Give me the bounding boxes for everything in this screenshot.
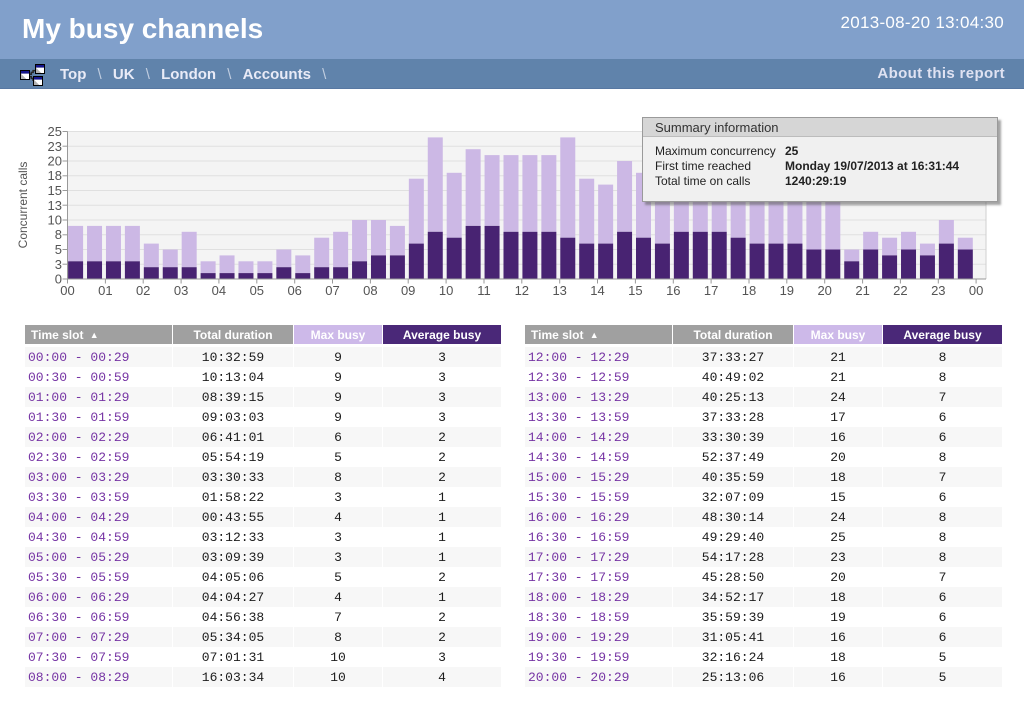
svg-text:23: 23 (931, 283, 945, 298)
svg-text:03: 03 (174, 283, 188, 298)
svg-text:11: 11 (477, 283, 491, 298)
svg-text:16: 16 (666, 283, 680, 298)
svg-text:07: 07 (325, 283, 339, 298)
svg-text:09: 09 (401, 283, 415, 298)
svg-text:17: 17 (704, 283, 718, 298)
svg-text:02: 02 (136, 283, 150, 298)
svg-text:21: 21 (855, 283, 869, 298)
svg-text:10: 10 (48, 213, 62, 228)
svg-text:14: 14 (590, 283, 604, 298)
svg-text:22: 22 (893, 283, 907, 298)
svg-text:08: 08 (363, 283, 377, 298)
svg-text:8: 8 (55, 227, 62, 242)
svg-text:10: 10 (439, 283, 453, 298)
svg-text:23: 23 (48, 139, 62, 154)
svg-text:25: 25 (48, 124, 62, 139)
svg-text:18: 18 (742, 283, 756, 298)
svg-text:5: 5 (55, 242, 62, 257)
svg-text:3: 3 (55, 257, 62, 272)
svg-text:06: 06 (287, 283, 301, 298)
svg-text:01: 01 (98, 283, 112, 298)
svg-text:04: 04 (212, 283, 226, 298)
svg-text:19: 19 (780, 283, 794, 298)
svg-text:20: 20 (817, 283, 831, 298)
svg-text:12: 12 (515, 283, 529, 298)
svg-text:00: 00 (60, 283, 74, 298)
svg-text:00: 00 (969, 283, 983, 298)
svg-text:15: 15 (48, 183, 62, 198)
svg-text:13: 13 (48, 198, 62, 213)
svg-text:20: 20 (48, 154, 62, 169)
svg-text:13: 13 (552, 283, 566, 298)
svg-text:18: 18 (48, 168, 62, 183)
svg-text:15: 15 (628, 283, 642, 298)
svg-text:05: 05 (250, 283, 264, 298)
svg-text:Concurrent calls: Concurrent calls (16, 162, 30, 249)
